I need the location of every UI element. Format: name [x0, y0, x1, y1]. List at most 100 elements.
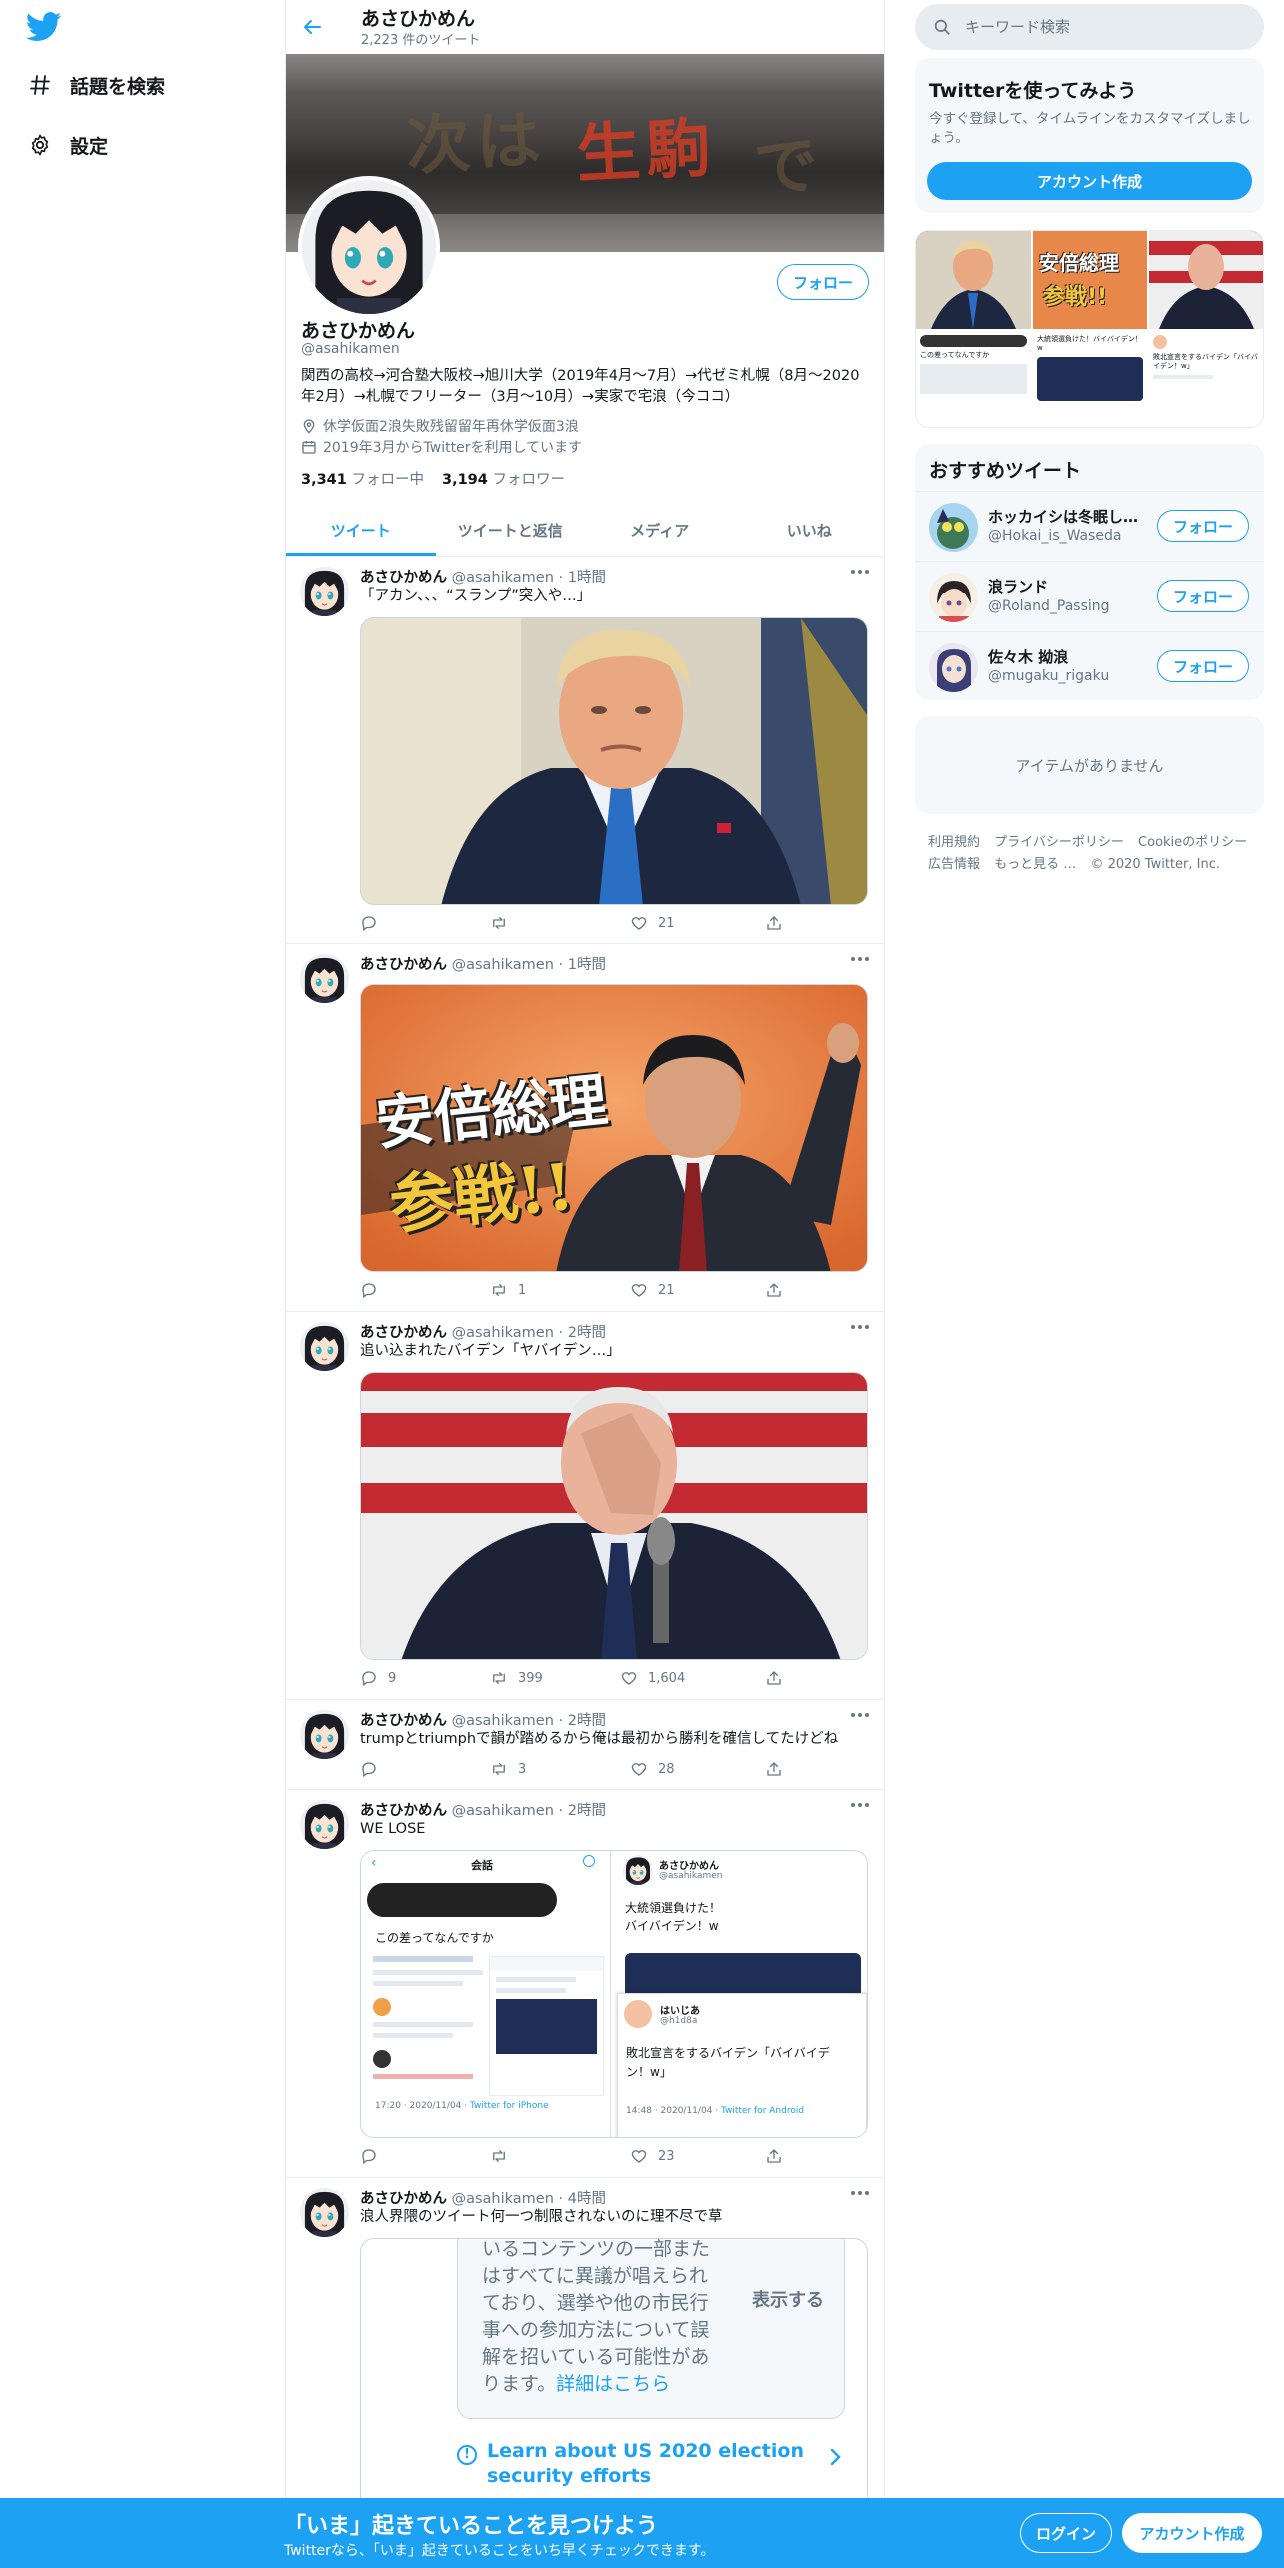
footer-cookie-link[interactable]: Cookieのポリシー — [1138, 835, 1247, 850]
footer-more-link[interactable]: もっと見る … — [994, 857, 1076, 872]
reply-icon[interactable] — [360, 1760, 388, 1778]
tweet-time[interactable]: 2時間 — [568, 1325, 606, 1341]
tweet-author-name[interactable]: あさひかめん — [360, 570, 447, 586]
rec-follow-button[interactable]: フォロー — [1157, 510, 1249, 542]
tweet-author-name[interactable]: あさひかめん — [360, 957, 447, 973]
rec-name[interactable]: ホッカイシは冬眠し… — [988, 506, 1148, 527]
tab-tweets-replies[interactable]: ツイートと返信 — [436, 505, 586, 556]
tweet-avatar[interactable] — [300, 1710, 349, 1759]
bottom-create-account-button[interactable]: アカウント作成 — [1122, 2513, 1262, 2553]
like-icon[interactable]: 23 — [630, 2147, 675, 2165]
tweet-item[interactable]: あさひかめん @asahikamen · 2時間 WE LOSE ‹ 会話 この… — [286, 1790, 884, 2178]
like-icon[interactable]: 21 — [630, 1281, 675, 1299]
tweet-item[interactable]: あさひかめん @asahikamen · 2時間 追い込まれたバイデン「ヤバイデ… — [286, 1312, 884, 1700]
share-icon[interactable] — [765, 1760, 783, 1778]
tweet-time[interactable]: 2時間 — [568, 1803, 606, 1819]
tweet-avatar[interactable] — [300, 2188, 349, 2237]
tab-likes[interactable]: いいね — [735, 505, 885, 556]
nav-settings[interactable]: 設定 — [28, 125, 108, 165]
notice-text: いるコンテンツの一部また はすべてに異議が唱えられ ており、選挙や他の市民行 事… — [482, 2238, 711, 2395]
reply-icon[interactable]: 9 — [360, 1669, 396, 1687]
like-icon[interactable]: 1,604 — [620, 1669, 685, 1687]
rec-name[interactable]: 浪ランド — [988, 576, 1148, 597]
rec-avatar[interactable] — [929, 643, 978, 692]
tweet-item[interactable]: あさひかめん @asahikamen · 1時間 「アカン、、、“スランプ”突入… — [286, 557, 884, 944]
tweet-avatar[interactable] — [300, 954, 349, 1003]
tweet-author-name[interactable]: あさひかめん — [360, 2191, 447, 2207]
login-button[interactable]: ログイン — [1020, 2513, 1112, 2553]
footer-terms-link[interactable]: 利用規約 — [928, 835, 980, 850]
back-arrow-icon[interactable] — [300, 15, 324, 39]
show-button[interactable]: 表示する — [752, 2286, 824, 2312]
more-icon[interactable] — [850, 1324, 870, 1338]
more-icon[interactable] — [850, 569, 870, 583]
share-icon[interactable] — [765, 2147, 783, 2165]
more-icon[interactable] — [850, 956, 870, 970]
tweet-image-screenshots[interactable]: ‹ 会話 この差ってなんですか 17:20 · 2020/11/04 · Twi… — [360, 1850, 868, 2138]
profile-follow-button[interactable]: フォロー — [777, 264, 869, 300]
tweet-author-name[interactable]: あさひかめん — [360, 1325, 447, 1341]
share-icon[interactable] — [765, 914, 783, 932]
recommendation-item[interactable]: 佐々木 拗浪 @mugaku_rigaku フォロー — [915, 631, 1264, 701]
search-input[interactable] — [965, 18, 1245, 36]
share-icon[interactable] — [765, 1281, 783, 1299]
learn-more-link[interactable]: 詳細はこちら — [556, 2373, 670, 2395]
tweet-time[interactable]: 4時間 — [568, 2191, 606, 2207]
grid-thumb-trump[interactable] — [916, 231, 1031, 329]
grid-thumb-biden[interactable] — [1149, 231, 1263, 329]
footer-privacy-link[interactable]: プライバシーポリシー — [994, 835, 1124, 850]
tweet-time[interactable]: 2時間 — [568, 1713, 606, 1729]
grid-thumb-screenshot-2[interactable]: 大統領選負けた！バイバイデン！w — [1033, 331, 1147, 427]
rec-follow-button[interactable]: フォロー — [1157, 650, 1249, 682]
grid-thumb-screenshot-1[interactable]: この差ってなんですか — [916, 331, 1031, 427]
reply-icon[interactable] — [360, 2147, 388, 2165]
search-box[interactable] — [915, 4, 1264, 50]
following-link[interactable]: 3,341 フォロー中 — [301, 468, 424, 489]
tweet-author-name[interactable]: あさひかめん — [360, 1803, 447, 1819]
tweet-avatar[interactable] — [300, 1800, 349, 1849]
tweet-avatar[interactable] — [300, 567, 349, 616]
followers-label: フォロワー — [492, 472, 565, 488]
tab-tweets[interactable]: ツイート — [286, 505, 436, 556]
nav-explore[interactable]: 話題を検索 — [28, 65, 165, 105]
tweet-header: あさひかめん @asahikamen · 4時間 — [360, 2191, 606, 2207]
recommendation-item[interactable]: 浪ランド @Roland_Passing フォロー — [915, 561, 1264, 631]
tab-media[interactable]: メディア — [585, 505, 735, 556]
tweet-avatar[interactable] — [300, 1322, 349, 1371]
tweet-time[interactable]: 1時間 — [568, 957, 606, 973]
retweet-icon[interactable]: 399 — [490, 1669, 543, 1687]
create-account-button[interactable]: アカウント作成 — [927, 162, 1252, 200]
grid-thumb-screenshot-3[interactable]: 敗北宣言をするバイデン「バイバイデン！w」 — [1149, 331, 1263, 427]
retweet-icon[interactable]: 3 — [490, 1760, 526, 1778]
retweet-icon[interactable]: 1 — [490, 1281, 526, 1299]
more-icon[interactable] — [850, 1712, 870, 1726]
share-icon[interactable] — [765, 1669, 783, 1687]
like-icon[interactable]: 21 — [630, 914, 675, 932]
more-icon[interactable] — [850, 2190, 870, 2204]
tweet-time[interactable]: 1時間 — [568, 570, 606, 586]
tweet-image-biden[interactable] — [360, 1372, 868, 1660]
recommendation-item[interactable]: ホッカイシは冬眠し… @Hokai_is_Waseda フォロー — [915, 491, 1264, 561]
tweet-embedded-notice[interactable]: いるコンテンツの一部また はすべてに異議が唱えられ ており、選挙や他の市民行 事… — [360, 2238, 868, 2538]
retweet-icon[interactable] — [490, 2147, 518, 2165]
followers-link[interactable]: 3,194 フォロワー — [442, 468, 565, 489]
reply-icon[interactable] — [360, 1281, 388, 1299]
rec-avatar[interactable] — [929, 503, 978, 552]
more-icon[interactable] — [850, 1802, 870, 1816]
reply-icon[interactable] — [360, 914, 388, 932]
grid-thumb-abe[interactable]: 安倍総理 参戦!! — [1033, 231, 1147, 329]
tweet-item[interactable]: あさひかめん @asahikamen · 1時間 安倍総理 参戦!! 1 21 — [286, 944, 884, 1312]
rec-name[interactable]: 佐々木 拗浪 — [988, 646, 1148, 667]
like-icon[interactable]: 28 — [630, 1760, 675, 1778]
rec-follow-button[interactable]: フォロー — [1157, 580, 1249, 612]
election-info-link[interactable]: ! Learn about US 2020 election security … — [457, 2435, 867, 2495]
tweet-author-name[interactable]: あさひかめん — [360, 1713, 447, 1729]
tweet-image-trump[interactable] — [360, 617, 868, 905]
footer-ads-link[interactable]: 広告情報 — [928, 857, 980, 872]
tweet-item[interactable]: あさひかめん @asahikamen · 2時間 trumpとtriumphで韻… — [286, 1700, 884, 1790]
profile-avatar[interactable] — [298, 176, 440, 318]
retweet-icon[interactable] — [490, 914, 518, 932]
twitter-logo-icon[interactable] — [26, 12, 62, 42]
rec-avatar[interactable] — [929, 573, 978, 622]
tweet-image-abe[interactable]: 安倍総理 参戦!! — [360, 984, 868, 1272]
